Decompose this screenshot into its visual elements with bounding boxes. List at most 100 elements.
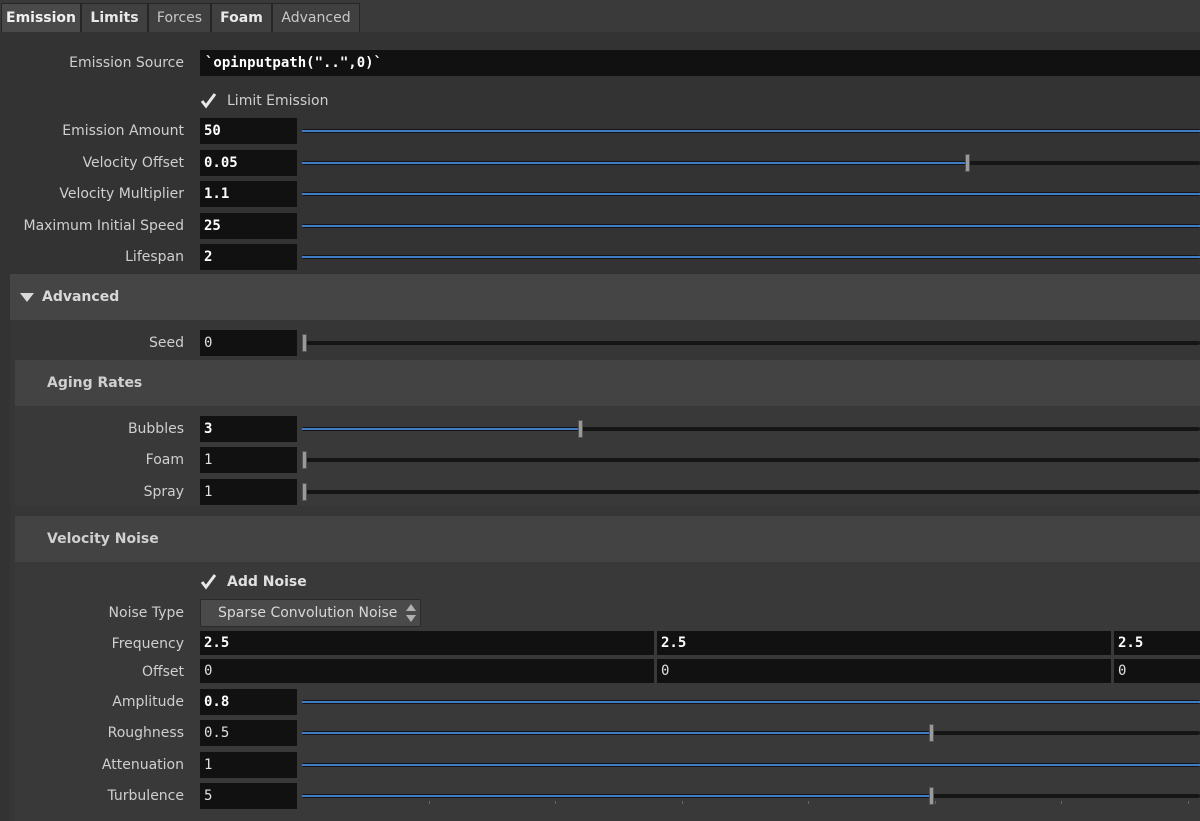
aging-rates-title: Aging Rates: [47, 375, 143, 391]
tab-emission[interactable]: Emission: [1, 3, 81, 32]
noise-type-label: Noise Type: [108, 605, 184, 621]
offset-row: Offset 0 0 0: [0, 657, 1200, 687]
param-slider[interactable]: [302, 253, 1200, 261]
param-label: Maximum Initial Speed: [23, 218, 184, 234]
param-label: Velocity Offset: [82, 155, 184, 171]
param-label: Foam: [145, 452, 184, 468]
checkmark-icon[interactable]: [200, 573, 217, 590]
turbulence-row: Turbulence 5: [0, 781, 1200, 811]
limit-emission-label: Limit Emission: [227, 93, 329, 109]
param-slider[interactable]: [302, 154, 1200, 172]
collapse-triangle-icon[interactable]: [20, 293, 34, 302]
velocity-noise-title: Velocity Noise: [47, 531, 159, 547]
slider-handle[interactable]: [578, 420, 583, 438]
frequency-z-field[interactable]: 2.5: [1114, 631, 1200, 655]
emission-source-label: Emission Source: [69, 55, 184, 71]
param-slider[interactable]: [302, 698, 1200, 706]
offset-z-field[interactable]: 0: [1114, 659, 1200, 683]
emission-source-row: Emission Source `opinputpath("..",0)`: [0, 48, 1200, 78]
param-label: Bubbles: [127, 421, 184, 437]
param-field[interactable]: 1.1: [200, 181, 297, 207]
foam-row: Foam 1: [0, 445, 1200, 475]
velocity-noise-header: Velocity Noise: [15, 516, 1200, 562]
param-field[interactable]: 0.8: [200, 689, 297, 715]
emission-source-field[interactable]: `opinputpath("..",0)`: [200, 50, 1200, 76]
aging-rates-header: Aging Rates: [15, 360, 1200, 406]
param-label: Turbulence: [107, 788, 184, 804]
param-label: Seed: [149, 335, 184, 351]
frequency-y-field[interactable]: 2.5: [657, 631, 1111, 655]
slider-tick: [1188, 801, 1189, 804]
tab-foam[interactable]: Foam: [211, 3, 272, 32]
param-label: Velocity Multiplier: [59, 186, 184, 202]
param-label: Amplitude: [112, 694, 184, 710]
param-field[interactable]: 0.05: [200, 150, 297, 176]
offset-y-field[interactable]: 0: [657, 659, 1111, 683]
param-slider[interactable]: [302, 334, 1200, 352]
param-field[interactable]: 50: [200, 118, 297, 144]
slider-handle[interactable]: [929, 724, 934, 742]
offset-x-field[interactable]: 0: [200, 659, 654, 683]
slider-handle[interactable]: [302, 483, 307, 501]
frequency-row: Frequency 2.5 2.5 2.5: [0, 629, 1200, 659]
slider-handle[interactable]: [929, 787, 934, 805]
param-slider[interactable]: [302, 222, 1200, 230]
param-slider[interactable]: [302, 420, 1200, 438]
parameter-panel: Emission Source `opinputpath("..",0)` Li…: [0, 32, 1200, 821]
checkmark-icon[interactable]: [200, 92, 217, 109]
add-noise-label: Add Noise: [227, 574, 307, 590]
velocity-offset-row: Velocity Offset 0.05: [0, 148, 1200, 178]
param-field[interactable]: 0.5: [200, 720, 297, 746]
slider-tick: [935, 801, 936, 804]
tab-advanced[interactable]: Advanced: [272, 3, 360, 32]
param-field[interactable]: 25: [200, 213, 297, 239]
noise-type-dropdown[interactable]: Sparse Convolution Noise: [200, 599, 421, 627]
param-label: Lifespan: [125, 249, 184, 265]
param-slider[interactable]: [302, 127, 1200, 135]
param-slider[interactable]: [302, 761, 1200, 769]
tab-limits[interactable]: Limits: [81, 3, 148, 32]
seed-row: Seed 0: [0, 328, 1200, 358]
slider-tick: [429, 801, 430, 804]
slider-tick: [682, 801, 683, 804]
param-field[interactable]: 1: [200, 479, 297, 505]
attenuation-row: Attenuation 1: [0, 750, 1200, 780]
advanced-section-title: Advanced: [42, 289, 120, 305]
noise-type-row: Noise Type Sparse Convolution Noise: [0, 598, 1200, 628]
slider-tick: [555, 801, 556, 804]
param-slider[interactable]: [302, 787, 1200, 805]
limit-emission-row: Limit Emission: [0, 86, 1200, 116]
param-slider[interactable]: [302, 190, 1200, 198]
param-label: Attenuation: [101, 757, 184, 773]
amplitude-row: Amplitude 0.8: [0, 687, 1200, 717]
param-label: Emission Amount: [62, 123, 184, 139]
spray-row: Spray 1: [0, 477, 1200, 507]
slider-handle[interactable]: [302, 334, 307, 352]
param-field[interactable]: 0: [200, 330, 297, 356]
tab-forces[interactable]: Forces: [148, 3, 211, 32]
slider-handle[interactable]: [302, 451, 307, 469]
velocity-multiplier-row: Velocity Multiplier 1.1: [0, 179, 1200, 209]
offset-label: Offset: [141, 664, 184, 680]
param-label: Spray: [143, 484, 184, 500]
param-field[interactable]: 5: [200, 783, 297, 809]
param-slider[interactable]: [302, 451, 1200, 469]
param-field[interactable]: 3: [200, 416, 297, 442]
bubbles-row: Bubbles 3: [0, 414, 1200, 444]
param-field[interactable]: 1: [200, 447, 297, 473]
noise-type-value: Sparse Convolution Noise: [218, 605, 398, 621]
param-field[interactable]: 2: [200, 244, 297, 270]
max-initial-speed-row: Maximum Initial Speed 25: [0, 211, 1200, 241]
frequency-label: Frequency: [111, 636, 184, 652]
param-label: Roughness: [107, 725, 184, 741]
param-field[interactable]: 1: [200, 752, 297, 778]
emission-amount-row: Emission Amount 50: [0, 116, 1200, 146]
lifespan-row: Lifespan 2: [0, 242, 1200, 272]
frequency-x-field[interactable]: 2.5: [200, 631, 654, 655]
param-slider[interactable]: [302, 724, 1200, 742]
roughness-row: Roughness 0.5: [0, 718, 1200, 748]
slider-handle[interactable]: [965, 154, 970, 172]
advanced-section-header[interactable]: Advanced: [10, 274, 1200, 320]
param-slider[interactable]: [302, 483, 1200, 501]
tab-bar: Emission Limits Forces Foam Advanced: [0, 0, 1200, 32]
